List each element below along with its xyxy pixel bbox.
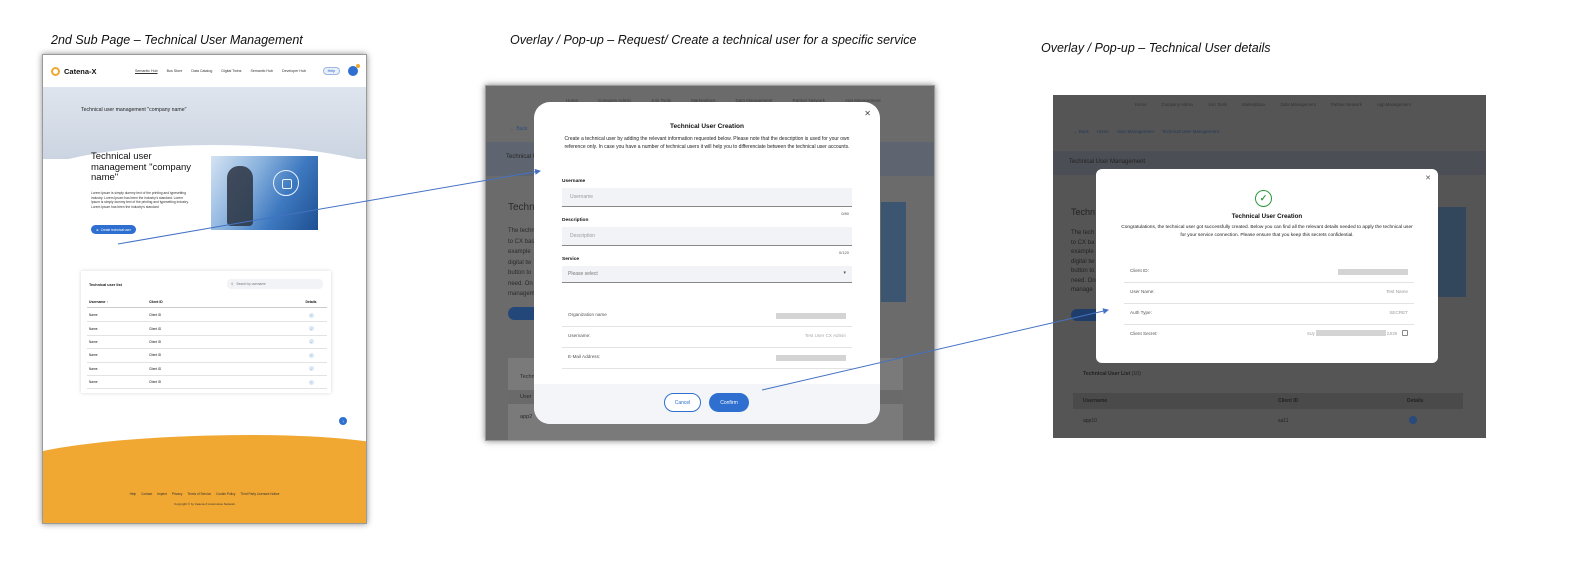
arrow-to-create-overlay	[117, 168, 541, 245]
arrow-to-details-overlay	[761, 308, 1109, 391]
flow-arrows	[117, 168, 1109, 391]
storyboard: 2nd Sub Page – Technical User Management…	[0, 0, 1586, 568]
